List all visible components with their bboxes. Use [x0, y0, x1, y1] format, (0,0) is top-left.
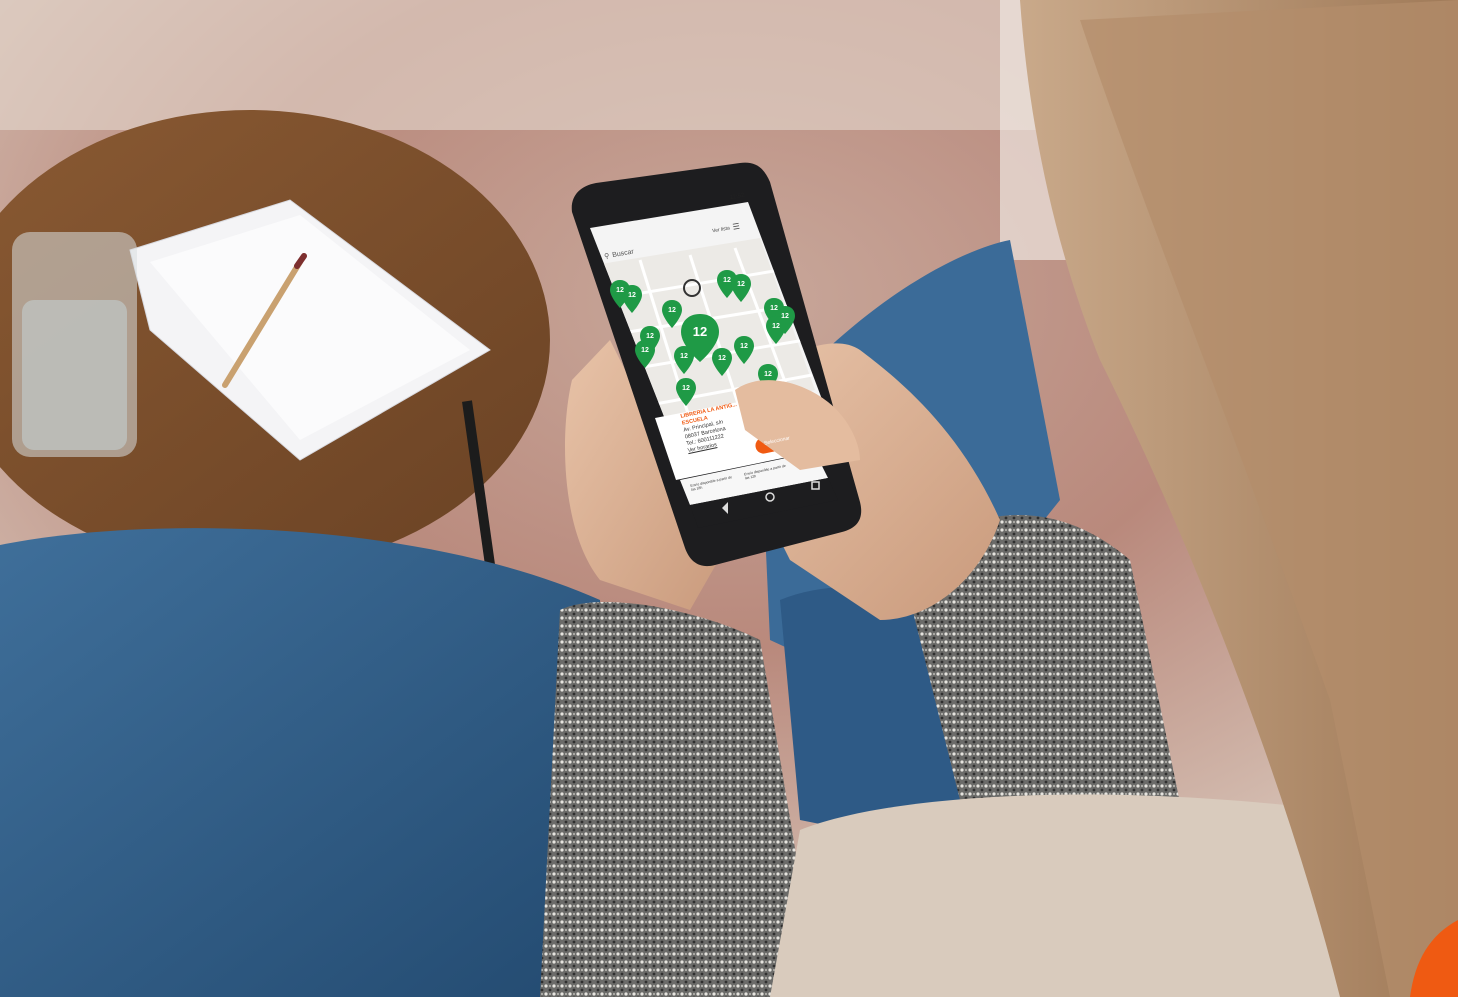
- map-pin-label: 12: [723, 277, 731, 284]
- map-pin-label: 12: [646, 333, 654, 340]
- map-pin-label: 12: [718, 355, 726, 362]
- map-pin-label: 12: [772, 323, 780, 330]
- map-pin-label: 12: [764, 371, 772, 378]
- search-icon: ⚲: [603, 252, 610, 261]
- map-pin-label: 12: [616, 287, 624, 294]
- map-pin-label: 12: [682, 385, 690, 392]
- map-pin-label: 12: [693, 324, 707, 339]
- map-pin-label: 12: [628, 292, 636, 299]
- map-pin-label: 12: [740, 343, 748, 350]
- map-pin-label: 12: [680, 353, 688, 360]
- list-icon: ☰: [731, 221, 741, 232]
- map-pin-label: 12: [770, 305, 778, 312]
- map-pin-label: 12: [781, 313, 789, 320]
- view-list-label: Ver lista: [711, 224, 731, 234]
- map-pin-label: 12: [668, 307, 676, 314]
- photo-scene: 12121212121212121212121212121212: [0, 0, 1458, 997]
- map-pin-label: 12: [641, 347, 649, 354]
- map-pin-label: 12: [737, 281, 745, 288]
